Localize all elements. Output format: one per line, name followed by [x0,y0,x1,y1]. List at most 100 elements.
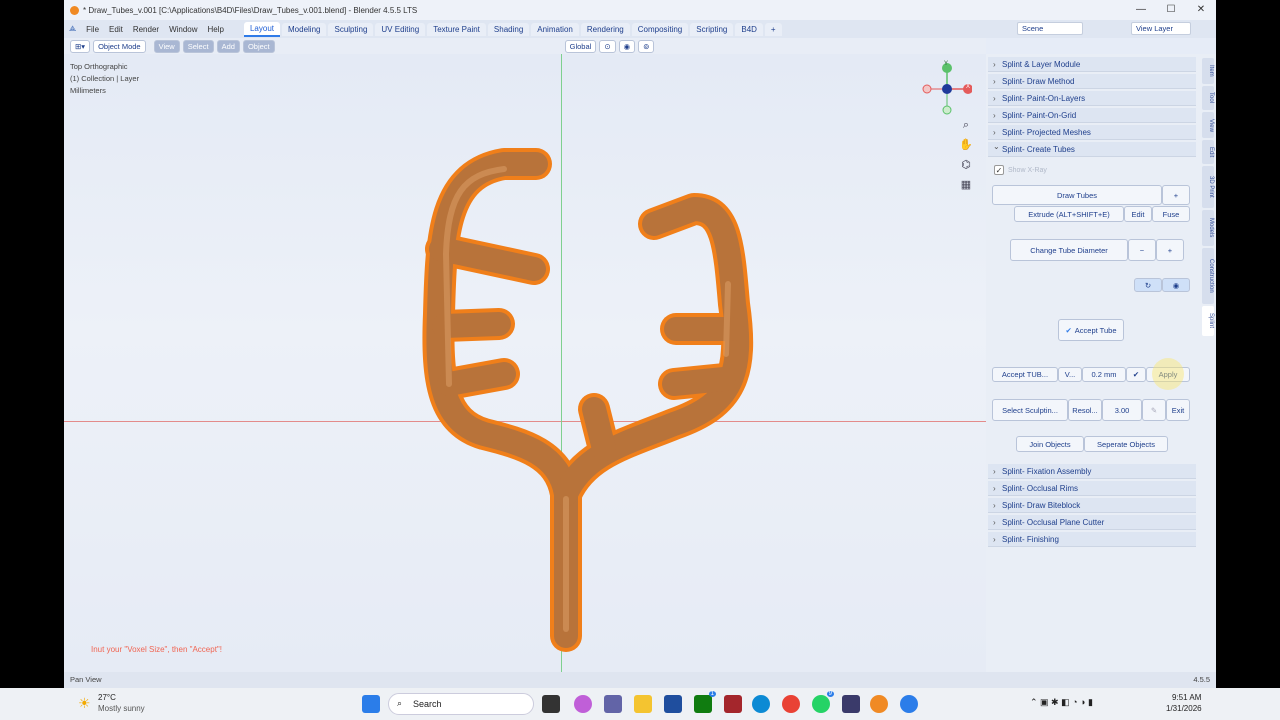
tab-modeling[interactable]: Modeling [282,22,327,36]
diameter-plus-button[interactable]: + [1156,239,1184,261]
extrude-button[interactable]: Extrude (ALT+SHIFT+E) [1014,206,1124,222]
panel-projected-meshes[interactable]: Splint- Projected Meshes [988,125,1196,140]
tab-b4d[interactable]: B4D [735,22,763,36]
menu-file[interactable]: File [81,25,104,34]
minimize-icon[interactable]: — [1126,0,1156,20]
resolution-field[interactable]: 3.00 [1102,399,1142,421]
tab-item[interactable]: Item [1202,58,1214,84]
draw-tubes-plus-button[interactable]: + [1162,185,1190,205]
xbox-icon[interactable]: 1 [694,691,716,713]
tab-models[interactable]: Models [1202,210,1214,246]
accept-tub-button[interactable]: Accept TUB... [992,367,1058,382]
separate-objects-button[interactable]: Seperate Objects [1084,436,1168,452]
tab-layout[interactable]: Layout [243,21,281,37]
pan-hand-icon[interactable]: ✋ [959,138,973,152]
view-layer-selector[interactable]: View Layer [1131,22,1191,35]
task-view-icon[interactable] [542,695,560,713]
pin-icon[interactable]: ✎ [1142,399,1166,421]
grid-icon[interactable]: ▦ [959,178,973,192]
menu-help[interactable]: Help [203,25,229,34]
voxel-check-button[interactable]: ✔ [1126,367,1146,382]
tab-uv-editing[interactable]: UV Editing [375,22,426,36]
app-icon[interactable] [724,695,742,713]
tab-view[interactable]: View [1202,112,1214,138]
view-menu[interactable]: View [153,39,180,53]
mode-select[interactable]: Object Mode [93,39,146,53]
add-workspace-icon[interactable]: + [764,22,782,36]
tab-scripting[interactable]: Scripting [690,22,734,36]
teams-icon[interactable] [604,695,622,713]
zoom-icon[interactable]: ⌕ [959,118,973,132]
pivot-icon[interactable]: ⊙ [599,39,616,53]
edit-button[interactable]: Edit [1124,206,1152,222]
select-menu[interactable]: Select [182,39,214,53]
xray-checkbox[interactable]: ✓ [994,165,1004,175]
panel-paint-on-layers[interactable]: Splint- Paint-On-Layers [988,91,1196,106]
panel-create-tubes[interactable]: Splint- Create Tubes [988,139,1196,157]
maximize-icon[interactable]: ☐ [1156,0,1186,20]
tab-tool[interactable]: Tool [1202,86,1214,110]
whatsapp-icon[interactable]: 9 [812,691,834,713]
tab-3d-print[interactable]: 3D Print [1202,166,1214,208]
blender-window: * Draw_Tubes_v.001 [C:\Applications\B4D\… [64,0,1216,688]
camera-icon[interactable]: ⌬ [959,158,973,172]
navigation-gizmo[interactable] [922,62,972,117]
3d-viewport[interactable]: Top Orthographic (1) Collection | Layer … [64,54,986,672]
weather-icon: ☀ [78,695,91,711]
scene-selector[interactable]: Scene [1017,22,1083,35]
search-box[interactable]: ⌕ Search [388,693,534,715]
close-icon[interactable]: ✕ [1186,0,1216,20]
edge-icon[interactable] [752,695,770,713]
menu-edit[interactable]: Edit [104,25,128,34]
panel-paint-on-grid[interactable]: Splint- Paint-On-Grid [988,108,1196,123]
editor-type-icon[interactable]: ⊞▾ [70,39,91,53]
join-objects-button[interactable]: Join Objects [1016,436,1084,452]
tube-mesh[interactable] [64,54,986,672]
draw-tubes-button[interactable]: Draw Tubes [992,185,1162,205]
tab-texture-paint[interactable]: Texture Paint [427,22,486,36]
change-diameter-button[interactable]: Change Tube Diameter [1010,239,1128,261]
panel-finishing[interactable]: Splint- Finishing [988,532,1196,547]
file-explorer-icon[interactable] [634,695,652,713]
accept-tube-button[interactable]: ✔ Accept Tube [1058,319,1124,341]
tab-construction[interactable]: Construction [1202,248,1214,304]
menu-window[interactable]: Window [164,25,202,34]
object-menu[interactable]: Object [242,39,275,53]
select-sculpting-button[interactable]: Select Sculptin... [992,399,1068,421]
tab-compositing[interactable]: Compositing [631,22,689,36]
fuse-button[interactable]: Fuse [1152,206,1190,222]
panel-fixation-assembly[interactable]: Splint- Fixation Assembly [988,464,1196,479]
tray-icons[interactable]: ⌃ ▣ ✱ ◧ ◔ ◑ ▮ [1030,697,1093,708]
tab-rendering[interactable]: Rendering [580,22,630,36]
snap-icon[interactable]: ◉ [618,39,636,53]
voxel-size-field[interactable]: 0.2 mm [1082,367,1126,382]
proportional-icon[interactable]: ⊚ [638,39,655,53]
panel-draw-method[interactable]: Splint- Draw Method [988,74,1196,89]
exit-button[interactable]: Exit [1166,399,1190,421]
tab-edit[interactable]: Edit [1202,140,1214,164]
panel-layer-module[interactable]: Splint & Layer Module [988,57,1196,72]
tab-shading[interactable]: Shading [487,22,530,36]
tab-sculpting[interactable]: Sculpting [328,22,374,36]
record-tool-icon[interactable]: ◉ [1162,278,1190,292]
add-menu[interactable]: Add [216,39,240,53]
panel-occlusal-rims[interactable]: Splint- Occlusal Rims [988,481,1196,496]
panel-draw-biteblock[interactable]: Splint- Draw Biteblock [988,498,1196,513]
diameter-minus-button[interactable]: − [1128,239,1156,261]
panel-occlusal-plane-cutter[interactable]: Splint- Occlusal Plane Cutter [988,515,1196,530]
tab-animation[interactable]: Animation [531,22,579,36]
copilot-icon[interactable] [574,695,592,713]
blender-taskbar-icon[interactable] [870,695,888,713]
app-icon-3[interactable] [900,695,918,713]
tab-splint[interactable]: Splint [1202,306,1214,336]
status-left: Pan View [70,675,102,684]
start-icon[interactable] [362,695,380,713]
menu-render[interactable]: Render [128,25,164,34]
undo-tool-icon[interactable]: ↻ [1134,278,1162,292]
store-icon[interactable] [664,695,682,713]
chrome-icon[interactable] [782,695,800,713]
show-xray-row[interactable]: ✓ Show X-Ray [994,165,1047,175]
app-icon-2[interactable] [842,695,860,713]
orientation-select[interactable]: Global [564,39,597,53]
blender-menu-icon[interactable]: ⟁ [64,24,81,34]
